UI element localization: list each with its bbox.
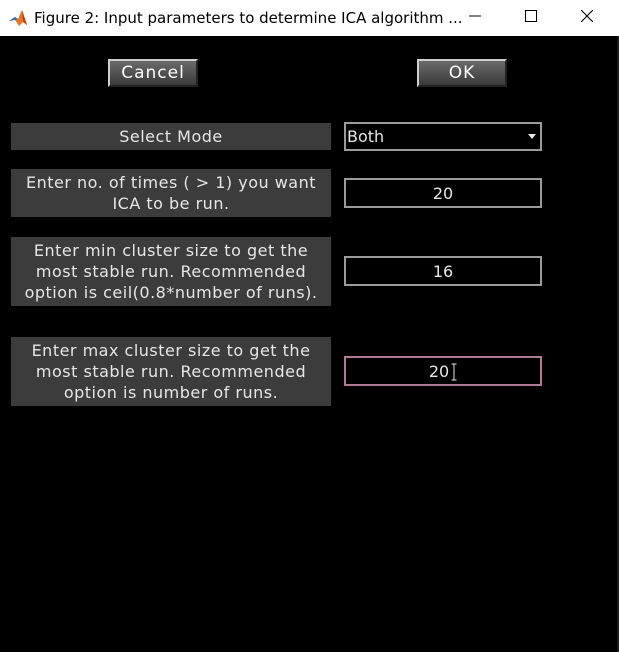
runs-count-label: Enter no. of times ( > 1) you want ICA t… [11, 169, 331, 217]
select-mode-label: Select Mode [11, 123, 331, 150]
min-cluster-value: 16 [432, 261, 454, 281]
window-title: Figure 2: Input parameters to determine … [34, 9, 463, 27]
dialog-content: Cancel OK Select Mode Both Enter no. of … [0, 36, 619, 652]
select-mode-label-text: Select Mode [119, 127, 223, 146]
max-cluster-input[interactable]: 20 [344, 356, 542, 386]
max-cluster-label: Enter max cluster size to get the most s… [11, 337, 331, 406]
ok-button[interactable]: OK [417, 59, 507, 87]
matlab-icon [8, 8, 28, 28]
min-cluster-label: Enter min cluster size to get the most s… [11, 237, 331, 306]
max-cluster-value: 20 [428, 361, 450, 381]
chevron-down-icon [528, 134, 536, 139]
max-cluster-label-text: Enter max cluster size to get the most s… [31, 341, 311, 402]
title-bar[interactable]: Figure 2: Input parameters to determine … [0, 0, 619, 36]
mode-select-value: Both [347, 127, 385, 146]
maximize-icon [525, 10, 537, 22]
ok-button-label: OK [448, 63, 476, 83]
runs-count-label-text: Enter no. of times ( > 1) you want ICA t… [25, 173, 317, 213]
figure-window: Figure 2: Input parameters to determine … [0, 0, 619, 652]
text-cursor-icon [451, 363, 457, 381]
cancel-button[interactable]: Cancel [108, 59, 198, 87]
minimize-button[interactable] [452, 0, 498, 32]
cancel-button-label: Cancel [121, 63, 185, 83]
runs-count-input[interactable]: 20 [344, 178, 542, 208]
minimize-icon [469, 15, 481, 17]
min-cluster-label-text: Enter min cluster size to get the most s… [24, 241, 318, 302]
mode-select[interactable]: Both [344, 122, 542, 151]
min-cluster-input[interactable]: 16 [344, 256, 542, 286]
close-icon [581, 10, 593, 22]
close-button[interactable] [564, 0, 610, 32]
runs-count-value: 20 [432, 183, 454, 203]
maximize-button[interactable] [508, 0, 554, 32]
